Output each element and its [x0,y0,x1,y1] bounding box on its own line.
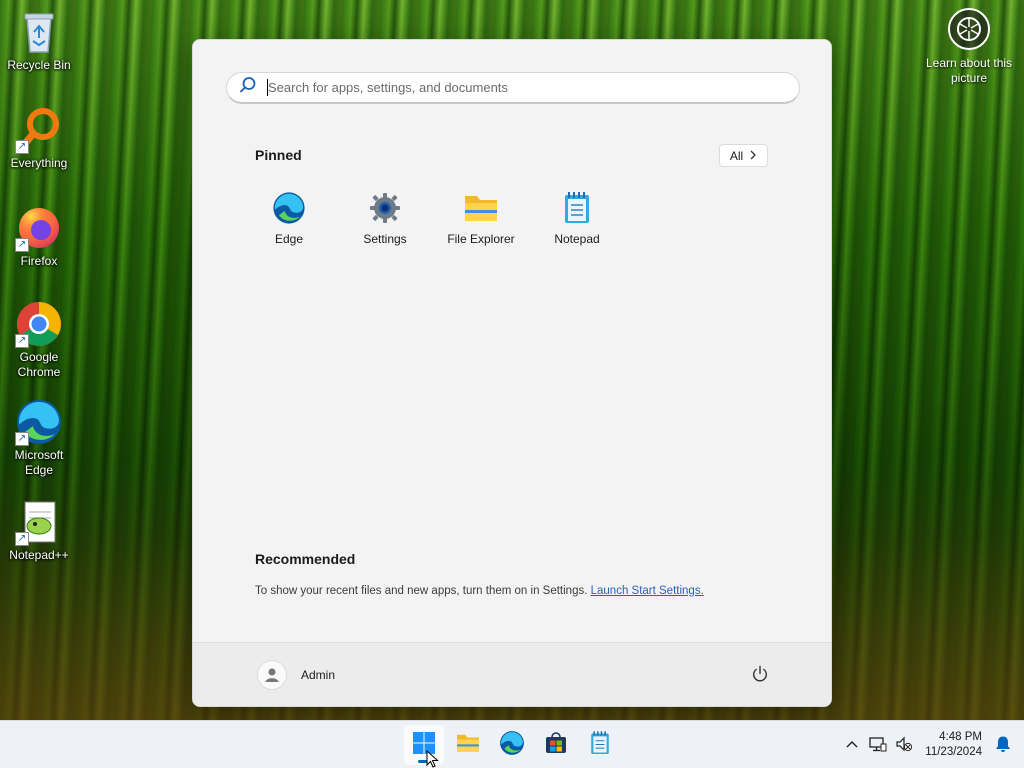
pinned-app-settings[interactable]: Settings [337,188,433,246]
notifications-button[interactable] [990,730,1016,760]
launch-start-settings-link[interactable]: Launch Start Settings. [591,585,704,597]
file-explorer-icon [463,190,499,226]
network-icon [869,736,887,755]
shortcut-arrow-icon: ↗ [15,432,29,446]
pinned-app-label: File Explorer [447,232,515,246]
pinned-apps-grid: Edge Settings File Explorer Notepad [241,188,625,246]
learn-about-picture[interactable]: Learn about this picture [924,8,1014,86]
learn-about-picture-label: Learn about this picture [925,56,1013,85]
user-name: Admin [301,668,336,682]
taskbar-file-explorer[interactable] [448,725,488,765]
desktop-icon-label: Google Chrome [17,350,61,379]
shortcut-arrow-icon: ↗ [15,532,29,546]
edge-icon: ↗ [15,398,63,446]
desktop-icon-label: Everything [10,156,68,170]
desktop-icon-chrome[interactable]: ↗ Google Chrome [4,300,74,380]
taskbar-edge[interactable] [492,725,532,765]
taskbar-microsoft-store[interactable] [536,725,576,765]
network-status-button[interactable] [865,730,891,760]
desktop-icon-label: Firefox [20,254,58,268]
all-apps-label: All [729,148,744,163]
edge-icon [271,190,307,226]
power-button[interactable] [749,665,771,687]
notepad-icon [559,190,595,226]
pinned-app-label: Notepad [554,232,600,246]
notepad-plus-plus-icon: ↗ [15,498,63,546]
file-explorer-icon [455,732,481,759]
taskbar-notepad[interactable] [580,725,620,765]
settings-gear-icon [367,190,403,226]
pinned-app-edge[interactable]: Edge [241,188,337,246]
shortcut-arrow-icon: ↗ [15,140,29,154]
desktop-icon-label: Microsoft Edge [14,448,64,477]
power-icon [751,665,769,688]
clock-time: 4:48 PM [939,731,982,743]
recycle-bin-icon [15,8,63,56]
chevron-right-icon [749,149,757,163]
search-box[interactable] [226,72,800,104]
chrome-icon: ↗ [15,300,63,348]
pinned-app-notepad[interactable]: Notepad [529,188,625,246]
clock[interactable]: 4:48 PM 11/23/2024 [917,730,990,760]
clock-date: 11/23/2024 [925,746,982,758]
pinned-app-label: Settings [363,232,407,246]
desktop-icon-label: Notepad++ [9,548,69,562]
pinned-title: Pinned [255,147,302,163]
recommended-message: To show your recent files and new apps, … [255,585,704,597]
pinned-app-file-explorer[interactable]: File Explorer [433,188,529,246]
all-apps-button[interactable]: All [719,144,768,167]
recommended-text: To show your recent files and new apps, … [255,585,588,597]
recommended-title: Recommended [255,551,356,567]
microsoft-store-icon [544,731,568,760]
desktop-icon-notepad-plus-plus[interactable]: ↗ Notepad++ [4,498,74,563]
volume-muted-icon [895,736,913,755]
volume-button[interactable] [891,730,917,760]
search-input[interactable] [268,80,768,95]
system-tray: 4:48 PM 11/23/2024 [839,721,1024,768]
pinned-app-label: Edge [274,232,304,246]
camera-lens-icon [948,8,990,50]
start-menu-footer: Admin [193,642,831,706]
taskbar: 4:48 PM 11/23/2024 [0,720,1024,768]
everything-icon: ↗ [15,106,63,154]
desktop-icon-firefox[interactable]: ↗ Firefox [4,204,74,269]
mouse-pointer-icon [426,749,440,768]
show-hidden-icons-button[interactable] [839,730,865,760]
user-account-button[interactable]: Admin [257,660,335,690]
start-menu: Pinned All Edge Settings File Explorer [192,39,832,707]
desktop-icon-edge[interactable]: ↗ Microsoft Edge [4,398,74,478]
edge-icon [499,730,525,761]
chevron-up-icon [846,739,858,751]
desktop-icon-everything[interactable]: ↗ Everything [4,106,74,171]
notepad-icon [589,730,611,761]
user-avatar-icon [257,660,287,690]
shortcut-arrow-icon: ↗ [15,238,29,252]
bell-icon [995,735,1011,756]
search-icon [239,76,257,99]
shortcut-arrow-icon: ↗ [15,334,29,348]
desktop-icon-label: Recycle Bin [7,58,71,72]
desktop-icon-recycle-bin[interactable]: Recycle Bin [4,8,74,73]
firefox-icon: ↗ [15,204,63,252]
